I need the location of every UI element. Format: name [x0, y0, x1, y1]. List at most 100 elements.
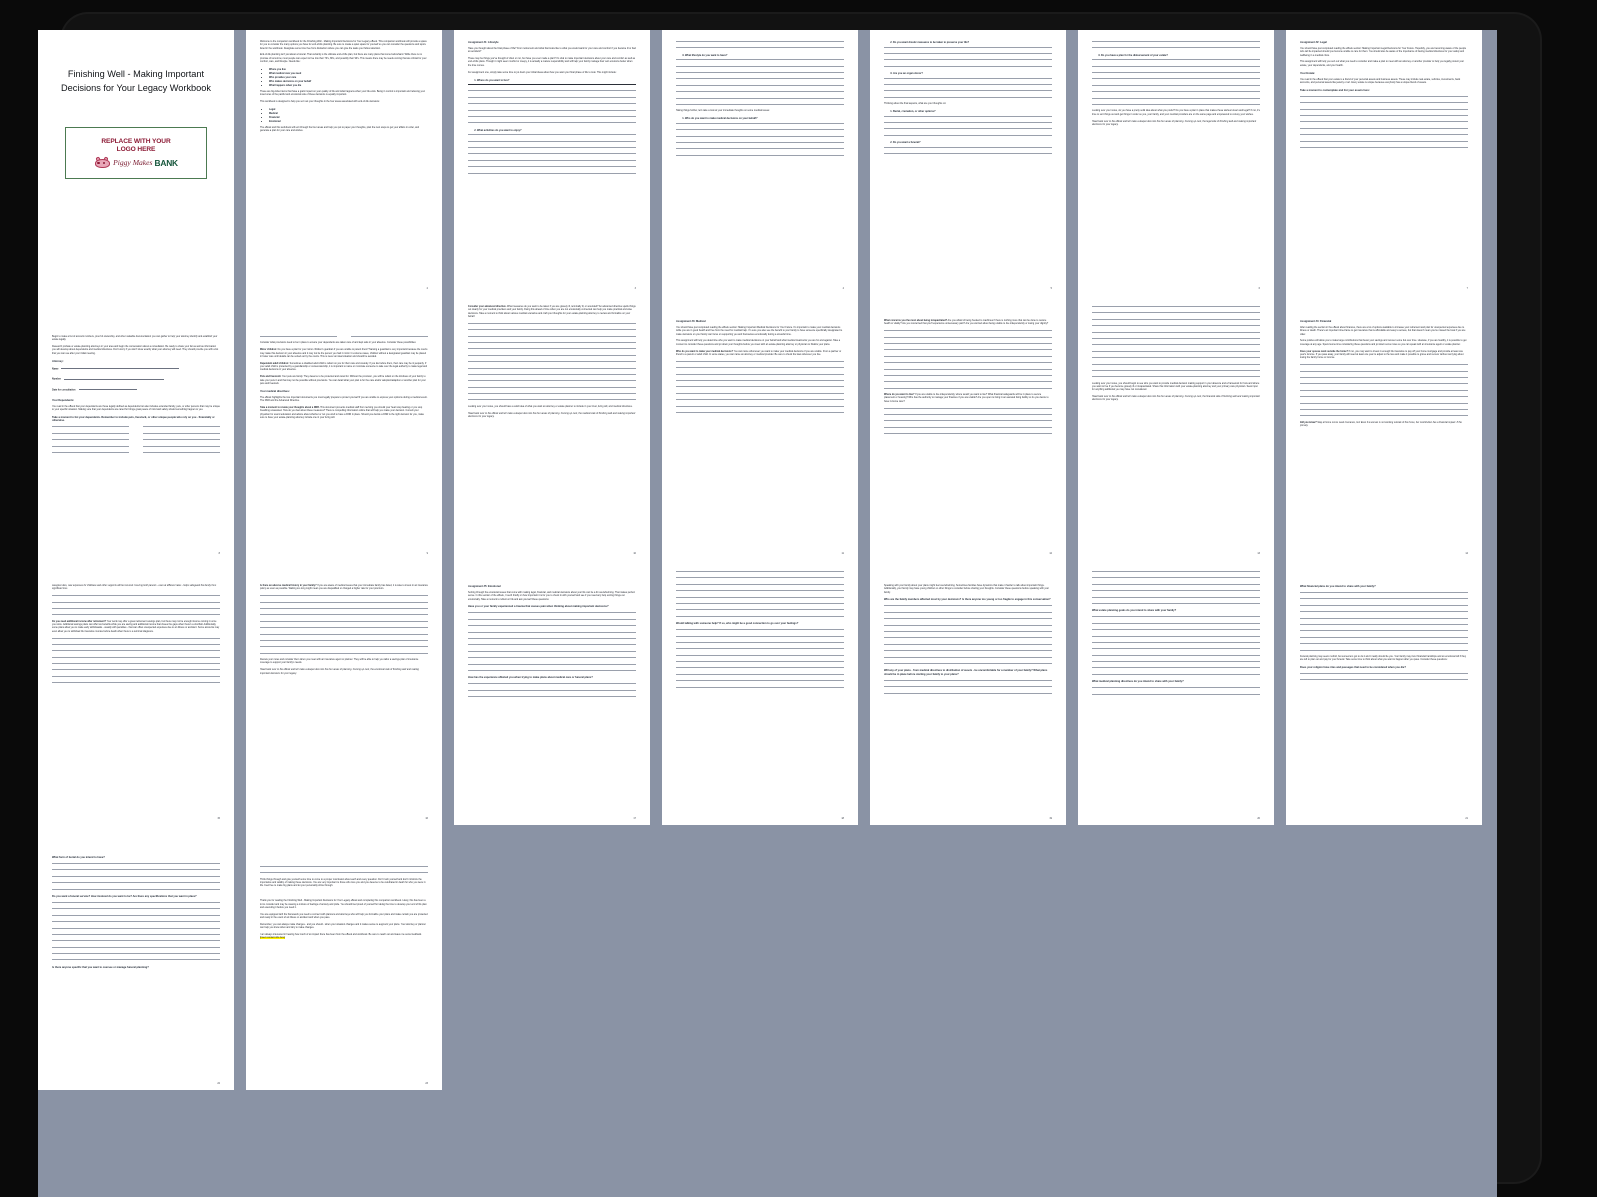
answer-line[interactable] — [52, 908, 220, 910]
answer-line[interactable] — [884, 134, 1052, 136]
answer-line[interactable] — [884, 663, 1052, 664]
estate-planning-goals-page[interactable]: What estate planning goals do you intend… — [1078, 560, 1274, 825]
answer-line[interactable] — [676, 386, 844, 388]
answer-line[interactable] — [468, 354, 636, 356]
answer-line[interactable] — [1092, 350, 1260, 352]
answer-line[interactable] — [884, 656, 1052, 658]
answer-line[interactable] — [884, 420, 1052, 422]
answer-line[interactable] — [1092, 667, 1260, 669]
answer-line[interactable] — [676, 148, 844, 150]
answer-line[interactable] — [884, 362, 1052, 364]
answer-line[interactable] — [884, 433, 1052, 435]
answer-line[interactable] — [468, 657, 636, 659]
answer-line[interactable] — [260, 601, 428, 603]
answer-line[interactable] — [884, 330, 1052, 332]
answer-line[interactable] — [1092, 376, 1260, 378]
answer-line[interactable] — [52, 863, 220, 864]
answer-line[interactable] — [884, 624, 1052, 626]
answer-line[interactable] — [1300, 127, 1468, 129]
answer-line[interactable] — [1300, 598, 1468, 600]
answer-line[interactable] — [52, 675, 220, 677]
answer-line[interactable] — [1092, 577, 1260, 579]
answer-line[interactable] — [1092, 325, 1260, 327]
form-field-input[interactable] — [61, 367, 180, 370]
answer-line[interactable] — [676, 411, 844, 413]
answer-line[interactable] — [1092, 59, 1260, 61]
answer-line[interactable] — [468, 638, 636, 640]
answer-line[interactable] — [676, 571, 844, 572]
answer-line[interactable] — [1092, 47, 1260, 49]
answer-line[interactable] — [468, 84, 636, 86]
answer-line[interactable] — [52, 888, 220, 890]
answer-line[interactable] — [468, 689, 636, 691]
answer-line[interactable] — [143, 432, 220, 434]
answer-line[interactable] — [884, 407, 1052, 409]
answer-line[interactable] — [468, 134, 636, 136]
answer-line[interactable] — [884, 605, 1052, 607]
answer-line[interactable] — [1300, 643, 1468, 645]
answer-line[interactable] — [884, 349, 1052, 351]
answer-line[interactable] — [884, 65, 1052, 67]
answer-line[interactable] — [1300, 604, 1468, 606]
incapacitation-concerns-page[interactable]: What concerns you the most about being i… — [870, 295, 1066, 560]
answer-line[interactable] — [468, 644, 636, 646]
answer-line[interactable] — [52, 959, 220, 961]
answer-line[interactable] — [1300, 402, 1468, 404]
page-grid[interactable]: Finishing Well - Making Important Decisi… — [38, 30, 1497, 1090]
answer-line[interactable] — [884, 46, 1052, 48]
answer-line[interactable] — [468, 348, 636, 350]
answer-line[interactable] — [1300, 623, 1468, 625]
answer-line[interactable] — [52, 432, 129, 434]
answer-line[interactable] — [52, 933, 220, 935]
answer-line[interactable] — [676, 78, 844, 80]
answer-line[interactable] — [1092, 41, 1260, 42]
answer-line[interactable] — [143, 426, 220, 428]
answer-line[interactable] — [260, 866, 428, 867]
answer-line[interactable] — [52, 940, 220, 942]
answer-line[interactable] — [676, 590, 844, 592]
answer-line[interactable] — [260, 627, 428, 629]
answer-line[interactable] — [884, 631, 1052, 633]
answer-line[interactable] — [676, 680, 844, 682]
answer-line[interactable] — [1300, 415, 1468, 417]
answer-line[interactable] — [468, 670, 636, 671]
answer-line[interactable] — [468, 322, 636, 324]
answer-line[interactable] — [52, 650, 220, 652]
answer-line[interactable] — [52, 607, 220, 609]
answer-line[interactable] — [1092, 641, 1260, 643]
answer-line[interactable] — [468, 373, 636, 375]
answer-line[interactable] — [676, 629, 844, 631]
answer-line[interactable] — [676, 380, 844, 382]
answer-line[interactable] — [52, 656, 220, 658]
answer-line[interactable] — [468, 96, 636, 98]
answer-line[interactable] — [1300, 140, 1468, 142]
answer-line[interactable] — [52, 946, 220, 948]
answer-line[interactable] — [884, 59, 1052, 61]
answer-line[interactable] — [884, 381, 1052, 383]
answer-line[interactable] — [884, 355, 1052, 357]
answer-line[interactable] — [52, 927, 220, 929]
answer-line[interactable] — [468, 625, 636, 627]
answer-line[interactable] — [52, 439, 129, 441]
answer-line[interactable] — [52, 882, 220, 884]
answer-line[interactable] — [884, 650, 1052, 652]
answer-line[interactable] — [1300, 108, 1468, 110]
answer-line[interactable] — [1300, 383, 1468, 385]
answer-line[interactable] — [52, 451, 129, 453]
answer-line[interactable] — [676, 609, 844, 611]
answer-line[interactable] — [1300, 630, 1468, 632]
answer-line[interactable] — [52, 914, 220, 916]
answer-line[interactable] — [884, 336, 1052, 338]
answer-line[interactable] — [676, 360, 844, 362]
financial-plans-religion-page[interactable]: What financial plans do you intend to sh… — [1286, 560, 1482, 825]
answer-line[interactable] — [676, 583, 844, 585]
answer-line[interactable] — [1092, 635, 1260, 637]
answer-line[interactable] — [1300, 115, 1468, 117]
form-field-input[interactable] — [63, 377, 164, 380]
answer-line[interactable] — [260, 595, 428, 597]
answer-line[interactable] — [52, 669, 220, 671]
answer-line[interactable] — [468, 90, 636, 92]
answer-line[interactable] — [52, 595, 220, 597]
answer-line[interactable] — [676, 104, 844, 106]
answer-line[interactable] — [676, 399, 844, 401]
